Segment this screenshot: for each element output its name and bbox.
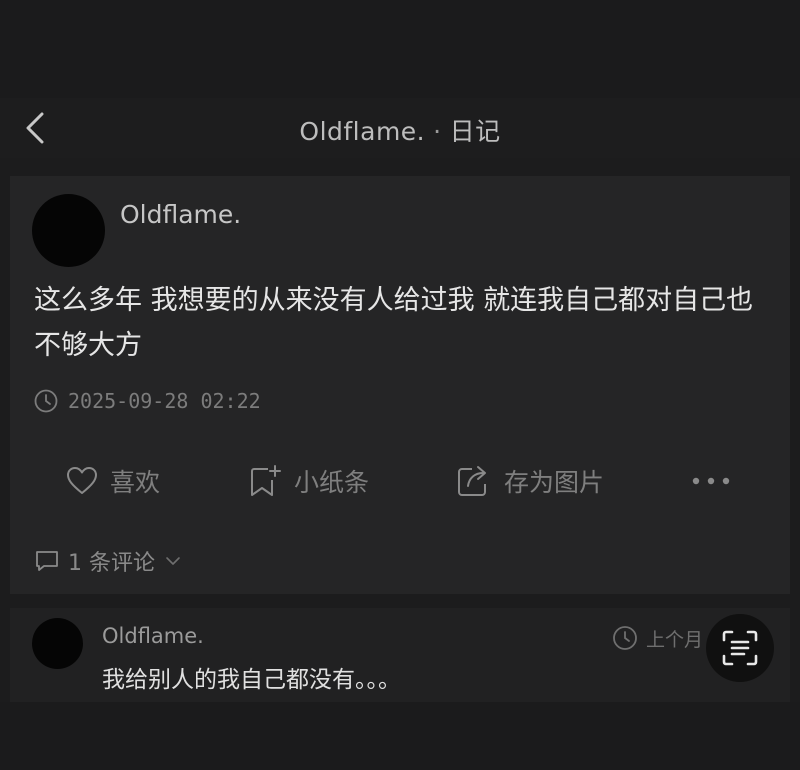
- comment-bubble-icon: [36, 551, 58, 571]
- author-name[interactable]: Oldflame.: [120, 200, 241, 229]
- commenter-avatar[interactable]: [32, 618, 83, 669]
- save-image-label: 存为图片: [504, 468, 605, 497]
- status-area: [0, 0, 800, 98]
- save-image-button[interactable]: 存为图片: [456, 458, 604, 504]
- share-out-icon: [458, 466, 486, 496]
- page-title: Oldflame. · 日记: [0, 112, 800, 148]
- bookmark-plus-icon: [251, 465, 281, 496]
- page-title-name: Oldflame.: [299, 117, 426, 146]
- note-label: 小纸条: [294, 468, 370, 497]
- comment-item: Oldflame. 我给别人的我自己都没有。。。 上个月: [10, 608, 790, 702]
- clock-icon: [613, 626, 637, 650]
- page-title-separator: ·: [433, 117, 442, 146]
- comment-time-text: 上个月: [646, 628, 704, 651]
- author-avatar[interactable]: [32, 194, 105, 267]
- page-title-section: 日记: [449, 117, 501, 146]
- chevron-down-icon: [166, 557, 180, 565]
- comments-count-label: 1 条评论: [68, 551, 155, 576]
- post-timestamp-text: 2025-09-28 02:22: [68, 389, 261, 413]
- nav-bar: Oldflame. · 日记: [0, 98, 800, 158]
- note-button[interactable]: 小纸条: [248, 458, 369, 504]
- comments-toggle[interactable]: 1 条评论: [34, 546, 181, 576]
- like-label: 喜欢: [110, 468, 161, 497]
- more-button[interactable]: [690, 458, 744, 504]
- comment-time: 上个月: [612, 624, 703, 652]
- post-card: Oldflame. 这么多年 我想要的从来没有人给过我 就连我自己都对自己也不够…: [10, 176, 790, 594]
- post-timestamp: 2025-09-28 02:22: [34, 388, 261, 414]
- post-body: 这么多年 我想要的从来没有人给过我 就连我自己都对自己也不够大方: [34, 285, 754, 361]
- bottom-area: [0, 702, 800, 770]
- clock-icon: [34, 389, 58, 413]
- scan-text-icon: [722, 630, 758, 666]
- comment-author[interactable]: Oldflame.: [102, 624, 204, 648]
- heart-icon: [67, 467, 97, 494]
- like-button[interactable]: 喜欢: [66, 458, 160, 504]
- action-bar: 喜欢 小纸条 存为图片: [10, 458, 790, 504]
- scan-text-button[interactable]: [706, 614, 774, 682]
- comment-text: 我给别人的我自己都没有。。。: [102, 667, 401, 693]
- more-dots-icon: [692, 477, 730, 485]
